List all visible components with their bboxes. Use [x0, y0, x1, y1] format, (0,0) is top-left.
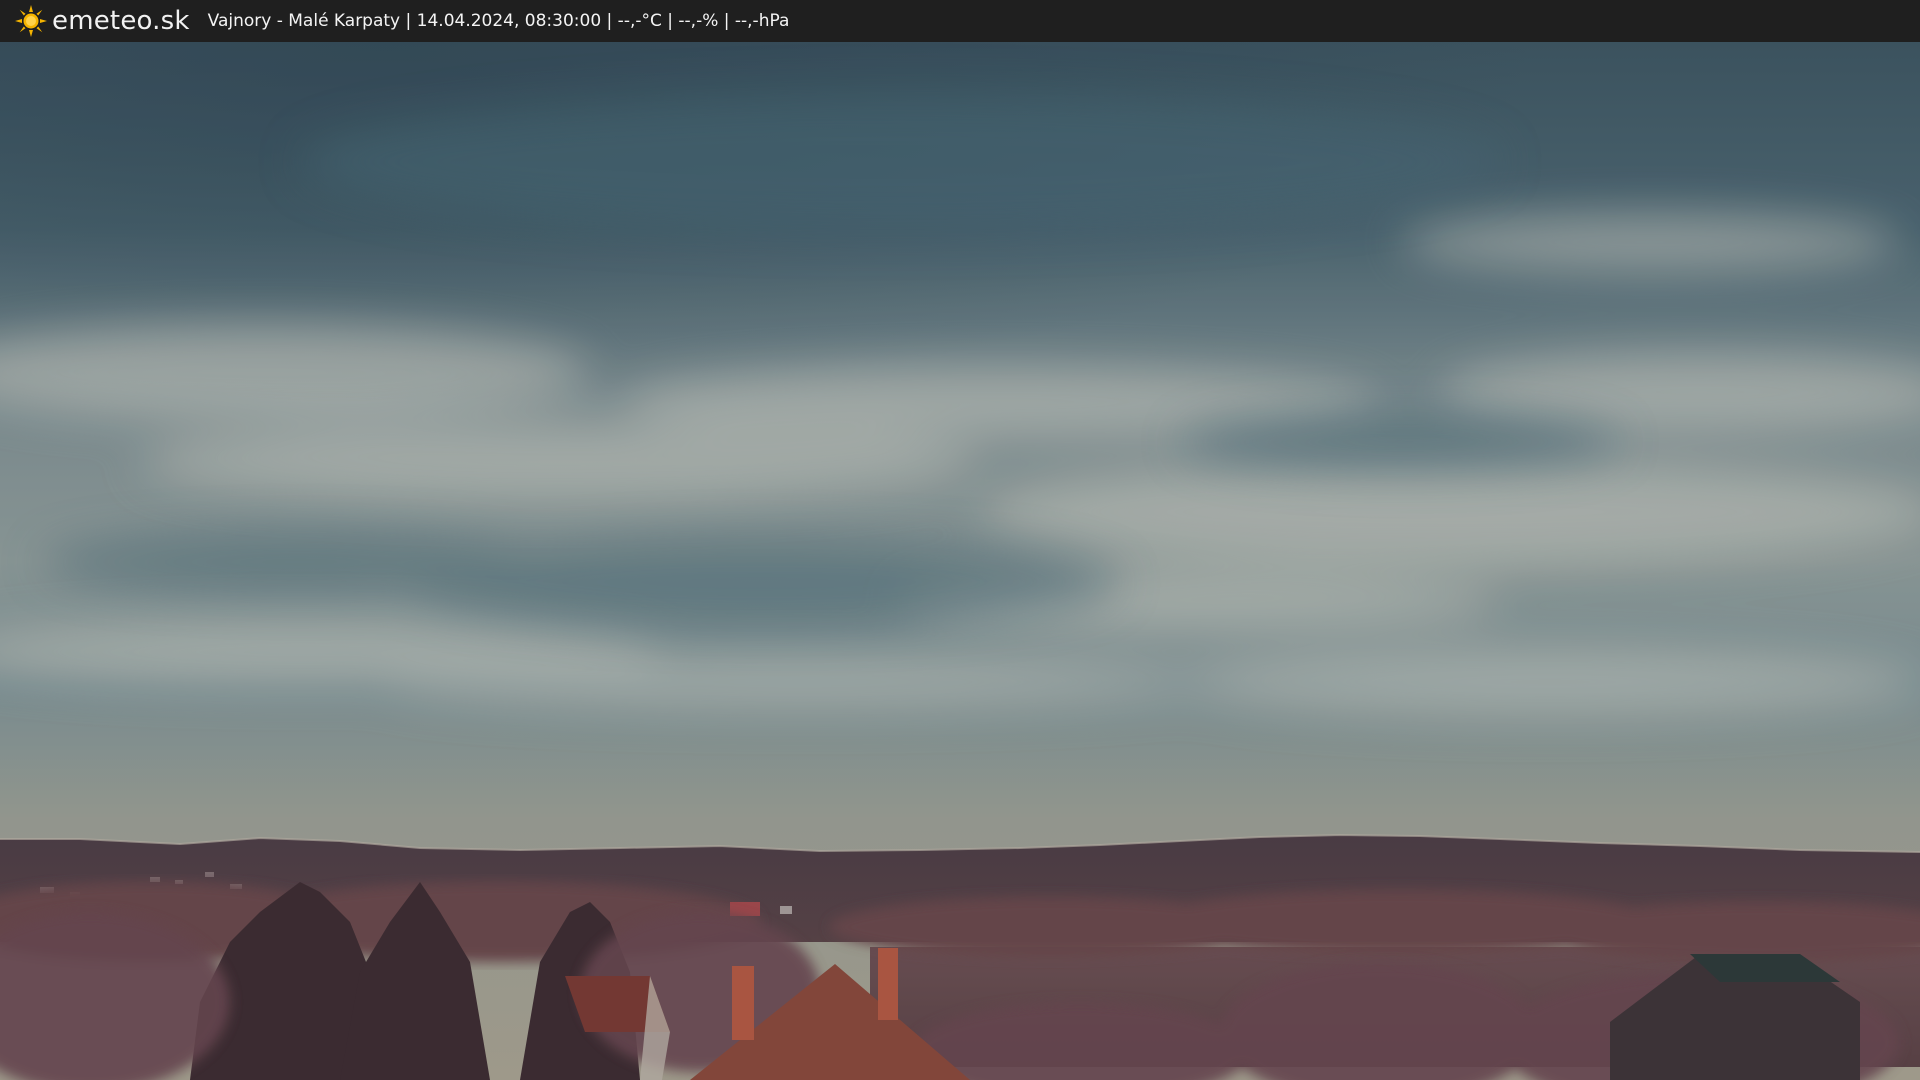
webcam-frame: emeteo.sk Vajnory - Malé Karpaty | 14.04… — [0, 0, 1920, 1080]
brand-name: emeteo.sk — [52, 6, 190, 36]
logo: emeteo.sk — [14, 0, 190, 42]
sun-icon — [15, 5, 47, 37]
webcam-caption: Vajnory - Malé Karpaty | 14.04.2024, 08:… — [207, 11, 790, 31]
overlay-bar: emeteo.sk Vajnory - Malé Karpaty | 14.04… — [0, 0, 1920, 42]
webcam-image — [0, 42, 1920, 1080]
